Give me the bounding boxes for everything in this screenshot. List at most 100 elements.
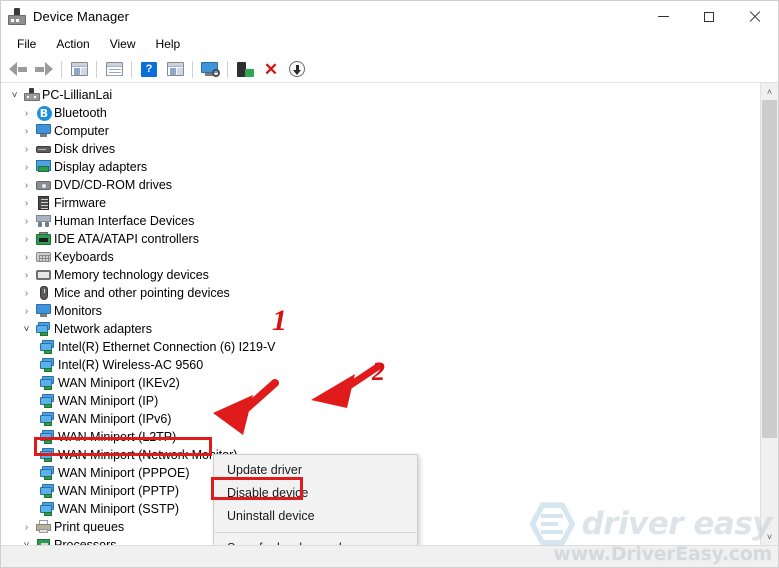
chevron-right-icon[interactable]: ›	[19, 198, 34, 209]
tree-item-display-adapters[interactable]: › Display adapters	[1, 158, 760, 176]
chevron-right-icon[interactable]: ›	[19, 522, 34, 533]
toolbar-separator	[227, 60, 228, 78]
chevron-right-icon[interactable]: ›	[19, 216, 34, 227]
status-bar	[1, 545, 778, 567]
chevron-right-icon[interactable]: ›	[19, 288, 34, 299]
menu-file[interactable]: File	[7, 34, 46, 54]
content-area: ˅ PC-LillianLai › Bluetooth › Computer	[1, 83, 778, 545]
download-arrow-icon	[289, 61, 305, 77]
scroll-down-button[interactable]: ˅	[761, 528, 778, 545]
context-menu-item-uninstall-device[interactable]: Uninstall device	[214, 505, 417, 528]
device-tree[interactable]: ˅ PC-LillianLai › Bluetooth › Computer	[1, 83, 760, 545]
maximize-icon	[704, 11, 714, 22]
window-title: Device Manager	[33, 9, 130, 24]
device-context-menu[interactable]: Update driver Disable device Uninstall d…	[213, 454, 418, 545]
chevron-right-icon[interactable]: ›	[19, 126, 34, 137]
tree-item-dvd-cd-rom-drives[interactable]: › DVD/CD-ROM drives	[1, 176, 760, 194]
close-button[interactable]	[732, 1, 778, 32]
tree-item-mice-and-other-pointing-devices[interactable]: › Mice and other pointing devices	[1, 284, 760, 302]
tree-item-wan-miniport-ip[interactable]: WAN Miniport (IP)	[1, 392, 760, 410]
chevron-down-icon[interactable]: ˅	[19, 540, 34, 546]
forward-arrow-icon	[35, 62, 53, 76]
tree-item-wan-miniport-l2tp[interactable]: WAN Miniport (L2TP)	[1, 428, 760, 446]
network-device-icon	[40, 466, 56, 480]
tree-item-firmware[interactable]: › Firmware	[1, 194, 760, 212]
tree-item-intel-ethernet-connection[interactable]: Intel(R) Ethernet Connection (6) I219-V	[1, 338, 760, 356]
tree-item-label: Intel(R) Ethernet Connection (6) I219-V	[58, 340, 276, 354]
device-manager-icon	[8, 7, 26, 26]
tree-item-computer[interactable]: › Computer	[1, 122, 760, 140]
toolbar-separator	[96, 60, 97, 78]
scan-for-hardware-changes-button[interactable]	[162, 57, 188, 81]
chevron-right-icon[interactable]: ›	[19, 162, 34, 173]
firmware-icon	[36, 196, 52, 210]
network-device-icon	[40, 484, 56, 498]
tree-item-label: Memory technology devices	[54, 268, 209, 282]
vertical-scrollbar[interactable]: ˄ ˅	[760, 83, 778, 545]
toolbar: ? ✕	[1, 56, 778, 83]
tree-item-wan-miniport-ikev2[interactable]: WAN Miniport (IKEv2)	[1, 374, 760, 392]
tree-item-network-adapters[interactable]: ˅ Network adapters	[1, 320, 760, 338]
network-device-icon	[40, 358, 56, 372]
context-menu-item-disable-device[interactable]: Disable device	[214, 482, 417, 505]
menu-help[interactable]: Help	[146, 34, 191, 54]
tree-item-ide-ata-atapi-controllers[interactable]: › IDE ATA/ATAPI controllers	[1, 230, 760, 248]
tree-item-pc-lillianlai[interactable]: ˅ PC-LillianLai	[1, 86, 760, 104]
properties-button[interactable]	[101, 57, 127, 81]
tree-item-label: Bluetooth	[54, 106, 107, 120]
forward-button[interactable]	[31, 57, 57, 81]
title-bar: Device Manager	[1, 1, 778, 32]
context-menu-item-update-driver[interactable]: Update driver	[214, 459, 417, 482]
network-device-icon	[40, 412, 56, 426]
menu-view[interactable]: View	[100, 34, 146, 54]
tree-item-label: Monitors	[54, 304, 102, 318]
device-manager-window: Device Manager File Action View Help ? ✕…	[0, 0, 779, 568]
tree-item-label: WAN Miniport (PPPOE)	[58, 466, 190, 480]
window-controls	[640, 1, 778, 32]
maximize-button[interactable]	[686, 1, 732, 32]
back-arrow-icon	[9, 62, 27, 76]
tree-item-label: Computer	[54, 124, 109, 138]
tree-item-label: Processors	[54, 538, 117, 545]
tree-item-label: Network adapters	[54, 322, 152, 336]
tree-item-label: DVD/CD-ROM drives	[54, 178, 173, 192]
memory-device-icon	[36, 268, 52, 282]
tree-item-human-interface-devices[interactable]: › Human Interface Devices	[1, 212, 760, 230]
tree-item-disk-drives[interactable]: › Disk drives	[1, 140, 760, 158]
uninstall-device-button[interactable]: ✕	[258, 57, 284, 81]
chevron-right-icon[interactable]: ›	[19, 306, 34, 317]
scrollbar-track[interactable]	[761, 100, 778, 528]
tree-item-label: PC-LillianLai	[42, 88, 113, 102]
enable-device-button[interactable]	[232, 57, 258, 81]
chevron-right-icon[interactable]: ›	[19, 234, 34, 245]
chevron-right-icon[interactable]: ›	[19, 270, 34, 281]
tree-item-memory-technology-devices[interactable]: › Memory technology devices	[1, 266, 760, 284]
chevron-right-icon[interactable]: ›	[19, 108, 34, 119]
chevron-right-icon[interactable]: ›	[19, 144, 34, 155]
help-button[interactable]: ?	[136, 57, 162, 81]
chevron-down-icon[interactable]: ˅	[7, 90, 22, 101]
scrollbar-thumb[interactable]	[762, 100, 777, 439]
tree-item-monitors[interactable]: › Monitors	[1, 302, 760, 320]
close-icon	[749, 11, 761, 23]
tree-item-label: WAN Miniport (PPTP)	[58, 484, 180, 498]
context-menu-item-scan-for-hardware-changes[interactable]: Scan for hardware changes	[214, 537, 417, 545]
tree-item-bluetooth[interactable]: › Bluetooth	[1, 104, 760, 122]
tree-item-label: WAN Miniport (IPv6)	[58, 412, 172, 426]
tree-item-label: Disk drives	[54, 142, 116, 156]
tree-item-wan-miniport-ipv6[interactable]: WAN Miniport (IPv6)	[1, 410, 760, 428]
chevron-right-icon[interactable]: ›	[19, 180, 34, 191]
scroll-up-button[interactable]: ˄	[761, 83, 778, 100]
tree-item-label: IDE ATA/ATAPI controllers	[54, 232, 199, 246]
tree-item-keyboards[interactable]: › Keyboards	[1, 248, 760, 266]
chevron-down-icon[interactable]: ˅	[19, 324, 34, 335]
tree-item-intel-wireless-ac-9560[interactable]: Intel(R) Wireless-AC 9560	[1, 356, 760, 374]
back-button[interactable]	[5, 57, 31, 81]
chevron-right-icon[interactable]: ›	[19, 252, 34, 263]
install-legacy-hardware-button[interactable]	[284, 57, 310, 81]
red-x-icon: ✕	[263, 59, 279, 79]
show-hide-console-tree-button[interactable]	[66, 57, 92, 81]
minimize-button[interactable]	[640, 1, 686, 32]
update-driver-button[interactable]	[197, 57, 223, 81]
menu-action[interactable]: Action	[46, 34, 99, 54]
